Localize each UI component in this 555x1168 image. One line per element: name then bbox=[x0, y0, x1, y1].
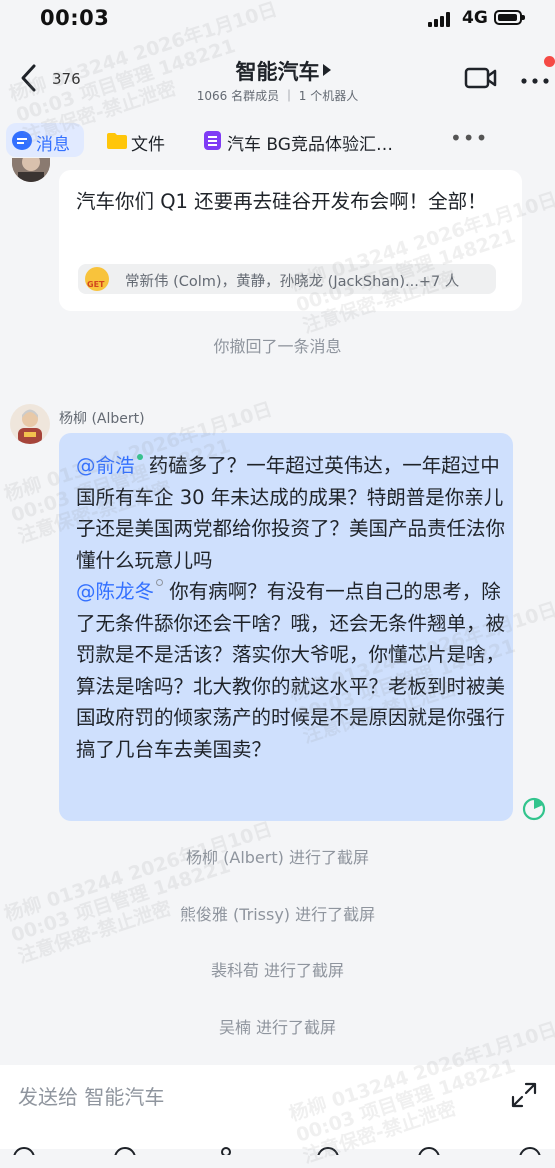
status-bar: 00:03 4G bbox=[0, 0, 555, 40]
screenshot-notice: 熊俊雅 (Trissy) 进行了截屏 bbox=[179, 905, 376, 924]
tabs-more-button[interactable]: ••• bbox=[450, 126, 488, 150]
screenshot-notice: 裴科荀 进行了截屏 bbox=[210, 961, 345, 980]
signal-icon bbox=[428, 11, 456, 27]
folder-icon[interactable] bbox=[107, 133, 127, 149]
expand-input-button[interactable] bbox=[510, 1081, 538, 1109]
network-type: 4G bbox=[462, 8, 488, 28]
notification-dot bbox=[544, 56, 555, 67]
avatar[interactable] bbox=[12, 158, 50, 182]
message-text-part: 你有病啊？有没有一点自己的思考，除了无条件舔你还会干啥？哦，还会无条件翘单，被罚… bbox=[76, 580, 506, 761]
message-text-part: 药磕多了？一年超过英伟达，一年超过中国所有车企 30 年未达成的成果？特朗普是你… bbox=[76, 454, 506, 572]
emoji-label: GET bbox=[87, 280, 105, 289]
mention-link[interactable]: @俞浩 bbox=[76, 454, 135, 477]
message-text: @俞浩 药磕多了？一年超过英伟达，一年超过中国所有车企 30 年未达成的成果？特… bbox=[76, 450, 512, 765]
tab-files[interactable]: 文件 bbox=[131, 130, 165, 155]
sender-name[interactable]: 杨柳 (Albert) bbox=[59, 408, 145, 428]
screenshot-notice: 杨柳 (Albert) 进行了截屏 bbox=[186, 848, 369, 867]
mention-link[interactable]: @陈龙冬 bbox=[76, 580, 154, 603]
battery-icon bbox=[494, 10, 525, 25]
status-time: 00:03 bbox=[40, 6, 110, 30]
message-input[interactable]: 发送给 智能汽车 bbox=[18, 1081, 164, 1110]
tab-pinned-doc[interactable]: 汽车 BG竞品体验汇… bbox=[227, 130, 393, 155]
reaction-users[interactable]: 常新伟 (Colm)，黄静，孙晓龙 (JackShan)...+7 人 bbox=[125, 270, 459, 291]
watermark: 杨柳 013244 2026年1月10日00:03 项目管理 148221注意保… bbox=[1, 818, 275, 968]
expand-icon bbox=[511, 1082, 537, 1108]
offline-status-dot bbox=[156, 579, 164, 586]
read-status-icon[interactable] bbox=[522, 797, 546, 821]
input-toolbar[interactable] bbox=[0, 1140, 555, 1168]
message-text: 汽车你们 Q1 还要再去硅谷开发布会啊！全部！ bbox=[76, 190, 487, 213]
avatar[interactable] bbox=[10, 404, 50, 444]
recall-notice: 你撤回了一条消息 bbox=[213, 337, 342, 356]
chat-bubble-icon bbox=[12, 131, 32, 150]
more-options-button[interactable] bbox=[520, 72, 550, 84]
screenshot-notice: 吴楠 进行了截屏 bbox=[218, 1018, 337, 1037]
get-emoji-icon: GET bbox=[85, 267, 109, 291]
ellipsis-icon bbox=[521, 78, 549, 84]
video-camera-icon bbox=[464, 67, 497, 89]
video-call-button[interactable] bbox=[464, 66, 498, 90]
doc-list-icon[interactable] bbox=[204, 131, 221, 150]
caret-right-icon[interactable] bbox=[321, 62, 333, 76]
tab-messages-label[interactable]: 消息 bbox=[36, 130, 70, 155]
